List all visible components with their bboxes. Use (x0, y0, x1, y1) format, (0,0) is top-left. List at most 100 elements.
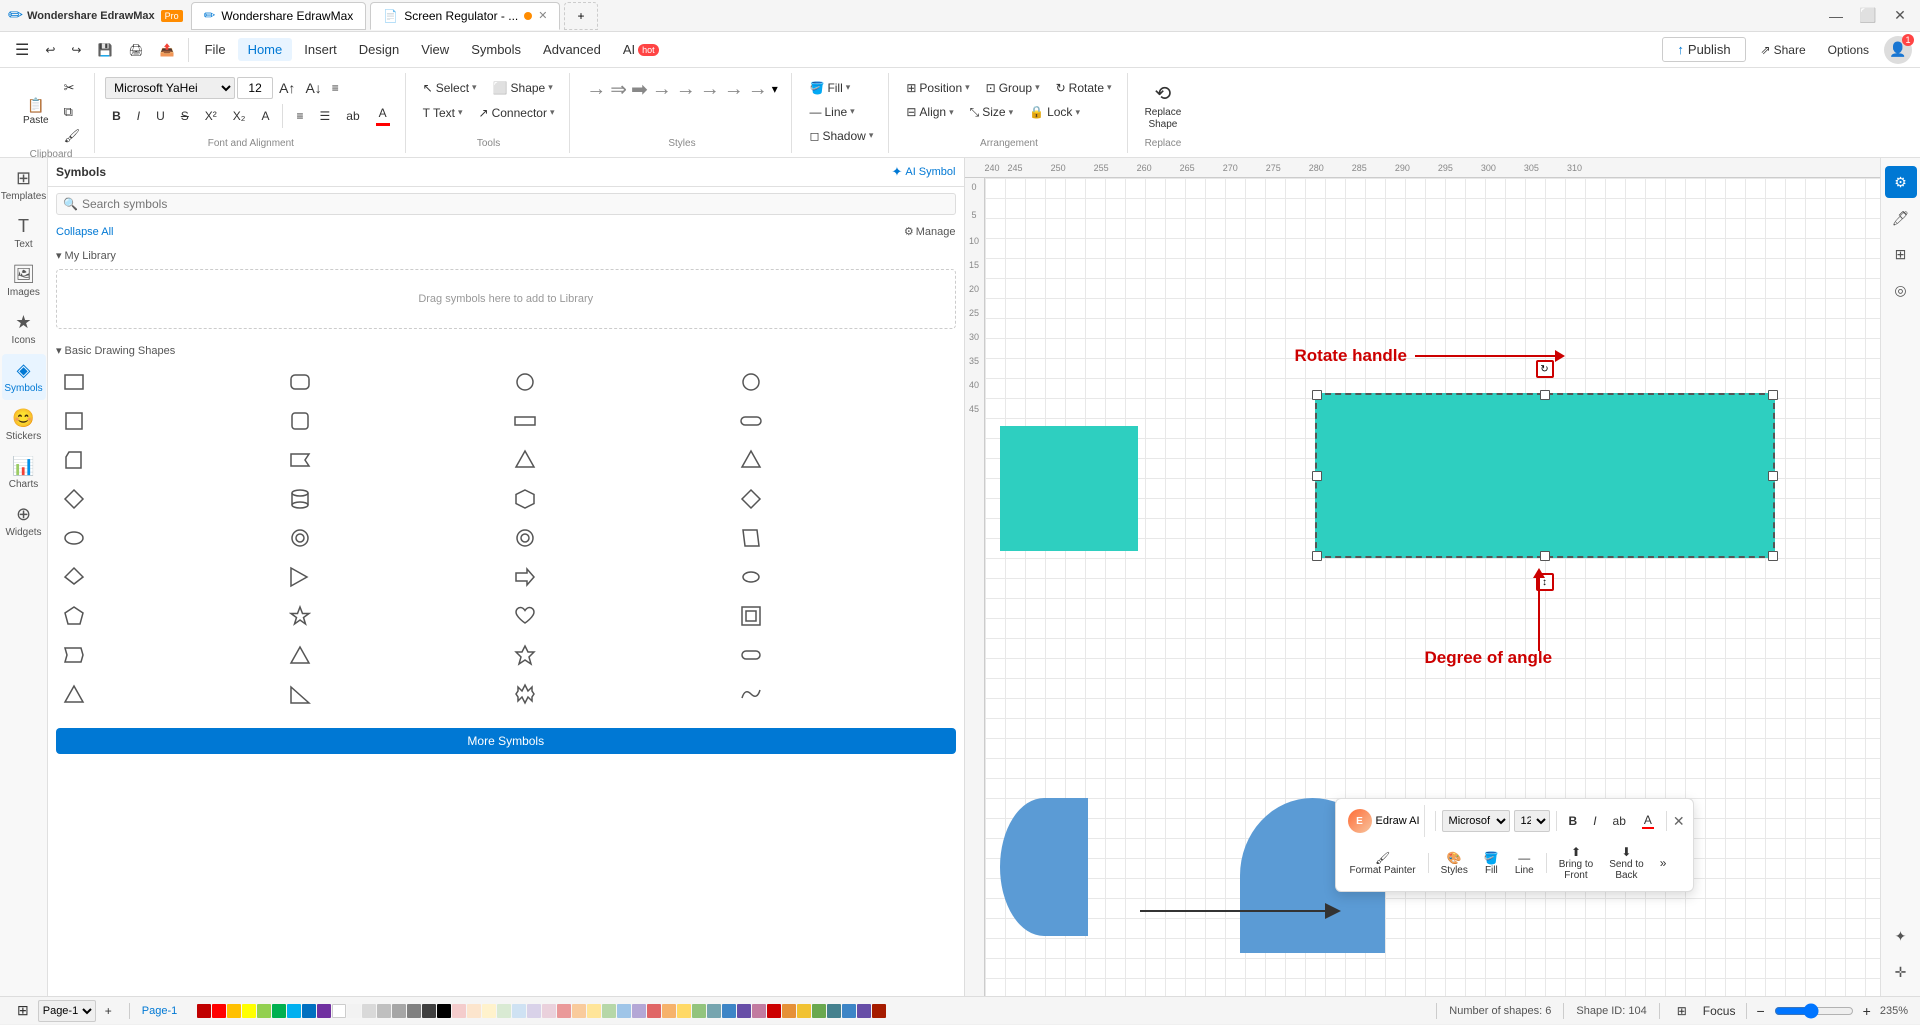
color-swatch[interactable] (317, 1004, 331, 1018)
basic-shapes-header[interactable]: ▾ Basic Drawing Shapes (56, 341, 956, 360)
maximize-btn[interactable]: ⬜ (1856, 4, 1880, 28)
color-swatch[interactable] (662, 1004, 676, 1018)
color-swatch[interactable] (617, 1004, 631, 1018)
color-swatch[interactable] (782, 1004, 796, 1018)
share-btn[interactable]: ⇗ Share (1754, 39, 1813, 61)
line-btn[interactable]: —Line▾ (802, 101, 880, 123)
color-swatch[interactable] (197, 1004, 211, 1018)
lock-btn[interactable]: 🔒Lock▾ (1022, 101, 1087, 124)
color-swatch[interactable] (557, 1004, 571, 1018)
color-swatch[interactable] (797, 1004, 811, 1018)
subscript-btn[interactable]: X₂ (226, 105, 253, 127)
shape-right-tri[interactable] (282, 676, 318, 712)
menu-symbols[interactable]: Symbols (461, 38, 531, 61)
color-swatch[interactable] (632, 1004, 646, 1018)
fit-page-btn[interactable]: ⊞ (1672, 1001, 1692, 1021)
color-swatch[interactable] (362, 1004, 376, 1018)
ft-close-btn[interactable]: ✕ (1673, 813, 1685, 830)
ft-bring-front-btn[interactable]: ⬆ Bring toFront (1553, 841, 1599, 885)
sidebar-item-symbols[interactable]: ◈ Symbols (2, 354, 46, 400)
add-page-btn[interactable]: + (100, 1002, 117, 1020)
shape-pill[interactable] (733, 637, 769, 673)
zoom-out-btn[interactable]: − (1751, 1000, 1769, 1022)
replace-shape-btn[interactable]: ⟲ ReplaceShape (1138, 77, 1189, 135)
export-btn[interactable]: 📤 (153, 39, 182, 61)
ft-send-back-btn[interactable]: ⬇ Send toBack (1603, 841, 1649, 885)
menu-view[interactable]: View (411, 38, 459, 61)
shape-parallelogram[interactable] (733, 520, 769, 556)
publish-btn[interactable]: ↑ Publish (1662, 37, 1745, 62)
fill-btn[interactable]: 🪣Fill▾ (802, 77, 880, 99)
color-swatch[interactable] (392, 1004, 406, 1018)
styles-expand[interactable]: ▾ (772, 82, 778, 96)
color-swatch[interactable] (467, 1004, 481, 1018)
color-swatch[interactable] (857, 1004, 871, 1018)
shape-ring-2[interactable] (507, 520, 543, 556)
options-btn[interactable]: Options (1821, 39, 1876, 61)
move-btn[interactable]: ✛ (1885, 956, 1917, 988)
sidebar-item-icons[interactable]: ★ Icons (2, 306, 46, 352)
handle-bm[interactable] (1540, 551, 1550, 561)
color-swatch[interactable] (602, 1004, 616, 1018)
minimize-btn[interactable]: — (1824, 4, 1848, 28)
menu-advanced[interactable]: Advanced (533, 38, 611, 61)
tab-screen-regulator[interactable]: 📄 Screen Regulator - ... ✕ (370, 2, 560, 30)
blue-half-circle-left[interactable] (1000, 798, 1088, 936)
focus-btn[interactable]: Focus (1696, 1001, 1743, 1021)
my-library-header[interactable]: ▾ My Library (56, 246, 956, 265)
italic-btn[interactable]: I (130, 105, 147, 127)
color-swatch[interactable] (287, 1004, 301, 1018)
menu-home[interactable]: Home (238, 38, 293, 61)
ai-symbol-btn[interactable]: ✦ AI Symbol (891, 164, 955, 180)
sidebar-toggle[interactable]: ☰ (8, 36, 36, 64)
search-symbols-input[interactable] (82, 197, 949, 211)
tab-close[interactable]: ✕ (538, 9, 547, 22)
shape-arrow-tri[interactable] (282, 637, 318, 673)
color-swatch[interactable] (812, 1004, 826, 1018)
color-swatch[interactable] (437, 1004, 451, 1018)
shape-kite[interactable] (56, 559, 92, 595)
shape-arrow-spread[interactable] (507, 637, 543, 673)
handle-ml[interactable] (1312, 471, 1322, 481)
left-teal-rect[interactable] (1000, 426, 1138, 551)
shape-circle-2[interactable] (733, 364, 769, 400)
ft-font-color-btn[interactable]: A (1636, 809, 1660, 833)
font-size-input[interactable] (237, 77, 273, 99)
shape-diamond[interactable] (56, 481, 92, 517)
color-swatch[interactable] (647, 1004, 661, 1018)
color-swatch[interactable] (692, 1004, 706, 1018)
font-decrease-btn[interactable]: A↓ (301, 77, 325, 99)
select-btn[interactable]: ↖ Select ▾ (416, 77, 484, 99)
shape-triangle-3[interactable] (56, 676, 92, 712)
bold-btn[interactable]: B (105, 105, 128, 127)
connector-btn[interactable]: ↗ Connector ▾ (472, 102, 562, 124)
sidebar-item-text[interactable]: T Text (2, 210, 46, 256)
shape-star[interactable] (282, 598, 318, 634)
print-btn[interactable]: 🖨 (121, 39, 150, 61)
text-style-btn[interactable]: A (254, 105, 276, 127)
position-btn[interactable]: ⊞Position▾ (899, 77, 976, 99)
collapse-all-btn[interactable]: Collapse All (56, 226, 113, 238)
ft-italic-btn[interactable]: I (1587, 810, 1602, 832)
page-select[interactable]: Page-1 (38, 1000, 96, 1022)
ft-font-select[interactable]: Microsof (1442, 810, 1510, 832)
shape-cross-arrow[interactable] (507, 676, 543, 712)
color-swatch[interactable] (377, 1004, 391, 1018)
handle-mr[interactable] (1768, 471, 1778, 481)
color-swatch[interactable] (257, 1004, 271, 1018)
right-grid-btn[interactable]: ⊞ (1885, 238, 1917, 270)
menu-ai[interactable]: AI hot (613, 38, 669, 61)
color-swatch[interactable] (572, 1004, 586, 1018)
strikethrough-btn[interactable]: S (174, 105, 196, 127)
tab-edrawmax[interactable]: ✏ Wondershare EdrawMax (191, 2, 367, 30)
handle-bl[interactable] (1312, 551, 1322, 561)
sparkle-btn[interactable]: ✦ (1885, 920, 1917, 952)
shape-triangle-1[interactable] (507, 442, 543, 478)
menu-insert[interactable]: Insert (294, 38, 347, 61)
shape-rounded-rect[interactable] (282, 364, 318, 400)
shape-wave[interactable] (733, 676, 769, 712)
shape-triangle-right[interactable] (282, 559, 318, 595)
shape-oval[interactable] (733, 559, 769, 595)
superscript-btn[interactable]: X² (198, 105, 224, 127)
color-swatch[interactable] (452, 1004, 466, 1018)
